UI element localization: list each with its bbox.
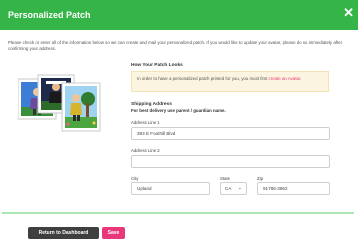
zip-input[interactable]: 91786-3962 [257, 182, 330, 195]
chevron-down-icon: ⌄ [237, 185, 242, 191]
address2-label: Address Line 2 [131, 148, 160, 153]
address1-label: Address Line 1 [131, 120, 160, 125]
save-button[interactable]: Save [102, 227, 125, 239]
patch-front [61, 82, 101, 132]
address2-input[interactable] [131, 155, 330, 168]
footer-divider [2, 212, 354, 214]
shipping-subheading: For best delivery use parent / guardian … [131, 108, 226, 113]
alert-text: In order to have a personalized patch pr… [137, 76, 325, 82]
city-label: City [131, 176, 139, 181]
patch-preview-image [18, 74, 101, 132]
zip-label: Zip [257, 176, 263, 181]
state-value: CA [225, 186, 232, 191]
alert-message: In order to have a personalized patch pr… [137, 76, 269, 81]
modal-title: Personalized Patch [8, 10, 91, 20]
state-label: State [220, 176, 231, 181]
avatar-alert: In order to have a personalized patch pr… [131, 71, 329, 92]
state-select[interactable]: CA ⌄ [220, 182, 247, 195]
create-avatar-link[interactable]: create an Avatar. [269, 76, 302, 81]
preview-heading: How Your Patch Looks [131, 63, 183, 68]
modal-header: Personalized Patch ✕ [0, 0, 358, 30]
close-icon[interactable]: ✕ [343, 6, 354, 19]
intro-text: Please check or enter all of the informa… [8, 40, 343, 52]
city-input[interactable]: Upland [131, 182, 210, 195]
address1-input[interactable]: 393 E Foothill Blvd [131, 127, 330, 140]
return-to-dashboard-button[interactable]: Return to Dashboard [28, 227, 99, 239]
shipping-heading: Shipping Address [131, 102, 172, 107]
